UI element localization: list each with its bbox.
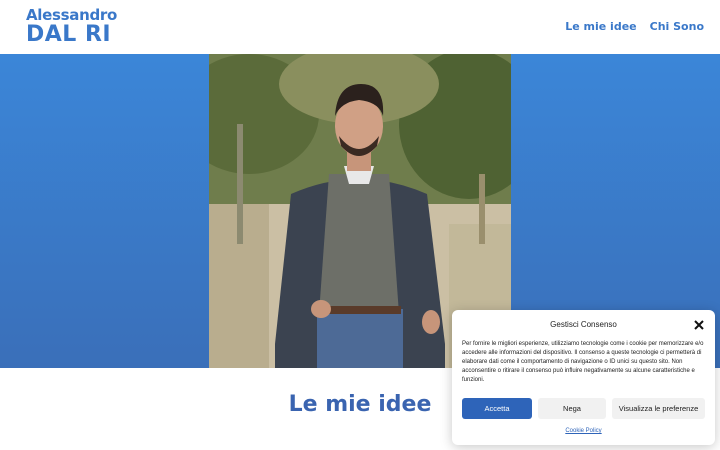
close-icon[interactable] — [693, 318, 705, 330]
logo-last-name: DAL RI — [26, 22, 112, 47]
consent-buttons: Accetta Nega Visualizza le preferenze — [462, 398, 705, 419]
site-logo[interactable]: Alessandro DAL RI — [26, 8, 117, 46]
main-nav: Le mie idee Chi Sono — [565, 20, 704, 33]
view-preferences-button[interactable]: Visualizza le preferenze — [612, 398, 705, 419]
nav-item-chi-sono[interactable]: Chi Sono — [650, 20, 704, 33]
partial-heading-cut-off — [175, 442, 320, 450]
nav-item-le-mie-idee[interactable]: Le mie idee — [565, 20, 636, 33]
accept-button[interactable]: Accetta — [462, 398, 532, 419]
consent-title: Gestisci Consenso — [550, 320, 617, 329]
site-header: Alessandro DAL RI Le mie idee Chi Sono — [0, 0, 720, 54]
deny-button[interactable]: Nega — [538, 398, 606, 419]
logo-first-name: Alessandro — [26, 6, 118, 24]
cookie-consent-dialog: Gestisci Consenso Per fornire le miglior… — [452, 310, 715, 445]
consent-text: Per fornire le migliori esperienze, util… — [462, 341, 704, 383]
cookie-policy-link[interactable]: Cookie Policy — [452, 428, 715, 434]
